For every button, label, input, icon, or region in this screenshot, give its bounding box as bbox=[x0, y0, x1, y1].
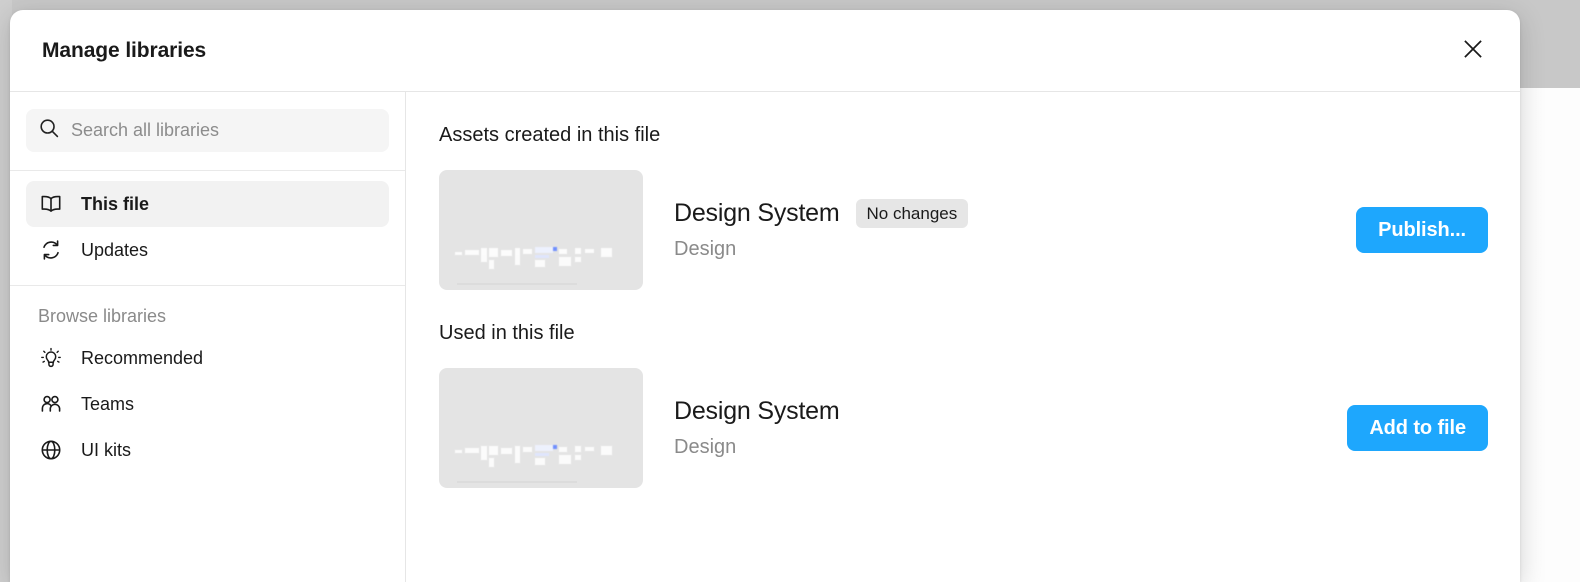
asset-title: Design System bbox=[674, 397, 840, 425]
sidebar-item-recommended[interactable]: Recommended bbox=[26, 335, 389, 381]
people-icon bbox=[38, 391, 64, 417]
modal-header: Manage libraries bbox=[10, 10, 1520, 92]
sidebar-item-label: Recommended bbox=[81, 348, 204, 368]
asset-title-line: Design System bbox=[674, 397, 1347, 426]
page-title: Manage libraries bbox=[42, 38, 207, 62]
main-panel: Assets created in this file Design Syste… bbox=[406, 92, 1520, 582]
close-button[interactable] bbox=[1456, 34, 1490, 68]
sidebar-item-label: UI kits bbox=[81, 440, 132, 460]
search-box[interactable] bbox=[26, 109, 389, 152]
asset-thumbnail[interactable] bbox=[439, 170, 643, 290]
sidebar-primary-nav: This file Updates bbox=[10, 171, 405, 286]
add-to-file-button[interactable]: Add to file bbox=[1347, 405, 1488, 451]
sidebar-item-label: This file bbox=[81, 194, 150, 214]
sidebar-item-updates[interactable]: Updates bbox=[26, 227, 389, 273]
asset-row: Design System No changes Design Publish.… bbox=[439, 170, 1488, 290]
close-icon bbox=[1461, 37, 1485, 64]
manage-libraries-modal: Manage libraries Search all libraries Th… bbox=[10, 10, 1520, 582]
asset-meta: Design System No changes Design bbox=[643, 199, 1356, 261]
lightbulb-icon bbox=[38, 345, 64, 371]
refresh-icon bbox=[38, 237, 64, 263]
section-heading-assets-created: Assets created in this file bbox=[439, 124, 661, 146]
thumbnail-preview-content bbox=[455, 436, 627, 480]
asset-meta: Design System Design bbox=[643, 397, 1347, 459]
book-icon bbox=[38, 191, 64, 217]
thumbnail-preview-content bbox=[455, 238, 627, 282]
asset-row: Design System Design Add to file bbox=[439, 368, 1488, 488]
search-section bbox=[10, 92, 405, 171]
asset-subtitle: Design bbox=[674, 436, 737, 458]
sidebar-item-teams[interactable]: Teams bbox=[26, 381, 389, 427]
search-input[interactable] bbox=[71, 120, 377, 141]
search-icon bbox=[38, 117, 60, 144]
thumbnail-baseline bbox=[457, 283, 577, 285]
publish-button[interactable]: Publish... bbox=[1356, 207, 1488, 253]
asset-title-line: Design System No changes bbox=[674, 199, 1356, 228]
sidebar-item-ui-kits[interactable]: UI kits bbox=[26, 427, 389, 473]
sidebar-item-label: Updates bbox=[81, 240, 149, 260]
modal-body: This file Updates Browse libra bbox=[10, 92, 1520, 582]
sidebar-item-this-file[interactable]: This file bbox=[26, 181, 389, 227]
sidebar-item-label: Teams bbox=[81, 394, 135, 414]
sidebar-browse-nav: Browse libraries Recommended Teams UI ki… bbox=[10, 286, 405, 485]
sidebar: This file Updates Browse libra bbox=[10, 92, 406, 582]
section-heading-used-in-file: Used in this file bbox=[439, 322, 575, 344]
thumbnail-baseline bbox=[457, 481, 577, 483]
globe-icon bbox=[38, 437, 64, 463]
asset-thumbnail[interactable] bbox=[439, 368, 643, 488]
status-badge: No changes bbox=[855, 199, 969, 228]
asset-subtitle: Design bbox=[674, 238, 737, 260]
sidebar-section-title: Browse libraries bbox=[38, 306, 167, 326]
asset-title: Design System bbox=[674, 199, 840, 227]
